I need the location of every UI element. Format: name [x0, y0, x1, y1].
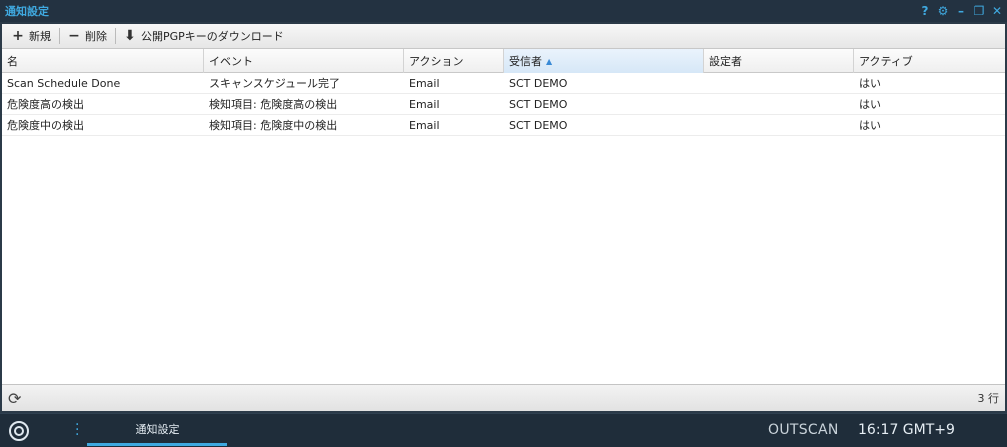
menu-dots-icon[interactable]: · · · [75, 418, 79, 442]
cell-active: はい [859, 77, 881, 90]
column-header-set-by[interactable]: 設定者 [704, 49, 854, 73]
cell-set-by [704, 115, 854, 135]
table-header: 名 イベント アクション 受信者 ▲ 設定者 アクティブ [2, 49, 1005, 73]
cell-recipient: SCT DEMO [509, 118, 568, 132]
refresh-icon[interactable]: ⟳ [8, 389, 21, 408]
column-header-name[interactable]: 名 [2, 49, 204, 73]
window-title: 通知設定 [5, 5, 49, 18]
download-pgp-key-label: 公開PGPキーのダウンロード [141, 30, 284, 43]
taskbar: · · · 通知設定 OUTSCAN 16:17 GMT+9 [0, 413, 1007, 447]
window-titlebar[interactable]: 通知設定 ? ⚙ – ❐ ✕ [0, 0, 1007, 22]
clock: 16:17 GMT+9 [858, 422, 955, 438]
status-bar: ⟳ 3 行 [2, 384, 1005, 411]
table-row[interactable]: Scan Schedule Done スキャンスケジュール完了 Email SC… [2, 73, 1005, 94]
cell-name: 危険度高の検出 [7, 98, 84, 111]
cell-name: 危険度中の検出 [7, 119, 84, 132]
table-row[interactable]: 危険度高の検出 検知項目: 危険度高の検出 Email SCT DEMO はい [2, 94, 1005, 115]
row-count: 3 行 [977, 392, 1000, 405]
cell-recipient: SCT DEMO [509, 97, 568, 111]
column-header-recipient[interactable]: 受信者 ▲ [504, 49, 704, 73]
help-icon[interactable]: ? [919, 5, 931, 17]
cell-set-by [704, 73, 854, 93]
cell-event: 検知項目: 危険度高の検出 [209, 98, 338, 111]
column-header-action[interactable]: アクション [404, 49, 504, 73]
close-icon[interactable]: ✕ [991, 5, 1003, 17]
cell-recipient: SCT DEMO [509, 76, 568, 90]
download-pgp-key-button[interactable]: ⬇ 公開PGPキーのダウンロード [118, 26, 290, 46]
column-header-active[interactable]: アクティブ [854, 49, 1005, 73]
delete-button[interactable]: − 削除 [62, 26, 113, 46]
notifications-table: 名 イベント アクション 受信者 ▲ 設定者 アクティブ Scan Schedul… [2, 49, 1005, 384]
cell-action: Email [409, 76, 440, 90]
notification-settings-window: 通知設定 ? ⚙ – ❐ ✕ + 新規 − 削除 ⬇ 公開PGPキーのダウンロー… [0, 0, 1007, 413]
new-button[interactable]: + 新規 [6, 26, 57, 46]
cell-active: はい [859, 98, 881, 111]
app-logo-icon[interactable] [9, 420, 29, 441]
plus-icon: + [12, 28, 24, 44]
column-header-event[interactable]: イベント [204, 49, 404, 73]
cell-action: Email [409, 97, 440, 111]
new-button-label: 新規 [29, 30, 51, 43]
download-arrow-icon: ⬇ [124, 28, 136, 44]
brand-label: OUTSCAN [768, 422, 839, 438]
minimize-icon[interactable]: – [955, 5, 967, 17]
cell-event: スキャンスケジュール完了 [209, 77, 341, 90]
taskbar-tab-notification-settings[interactable]: 通知設定 [87, 416, 228, 446]
cell-action: Email [409, 118, 440, 132]
sort-ascending-icon: ▲ [546, 56, 553, 66]
cell-name: Scan Schedule Done [7, 76, 121, 90]
toolbar-divider [59, 28, 60, 44]
minus-icon: − [68, 28, 80, 44]
cell-event: 検知項目: 危険度中の検出 [209, 119, 338, 132]
cell-set-by [704, 94, 854, 114]
window-controls: ? ⚙ – ❐ ✕ [919, 5, 1003, 17]
restore-icon[interactable]: ❐ [973, 5, 985, 17]
toolbar-divider [115, 28, 116, 44]
delete-button-label: 削除 [85, 30, 107, 43]
toolbar: + 新規 − 削除 ⬇ 公開PGPキーのダウンロード [2, 24, 1005, 49]
gear-icon[interactable]: ⚙ [937, 5, 949, 17]
table-row[interactable]: 危険度中の検出 検知項目: 危険度中の検出 Email SCT DEMO はい [2, 115, 1005, 136]
cell-active: はい [859, 119, 881, 132]
